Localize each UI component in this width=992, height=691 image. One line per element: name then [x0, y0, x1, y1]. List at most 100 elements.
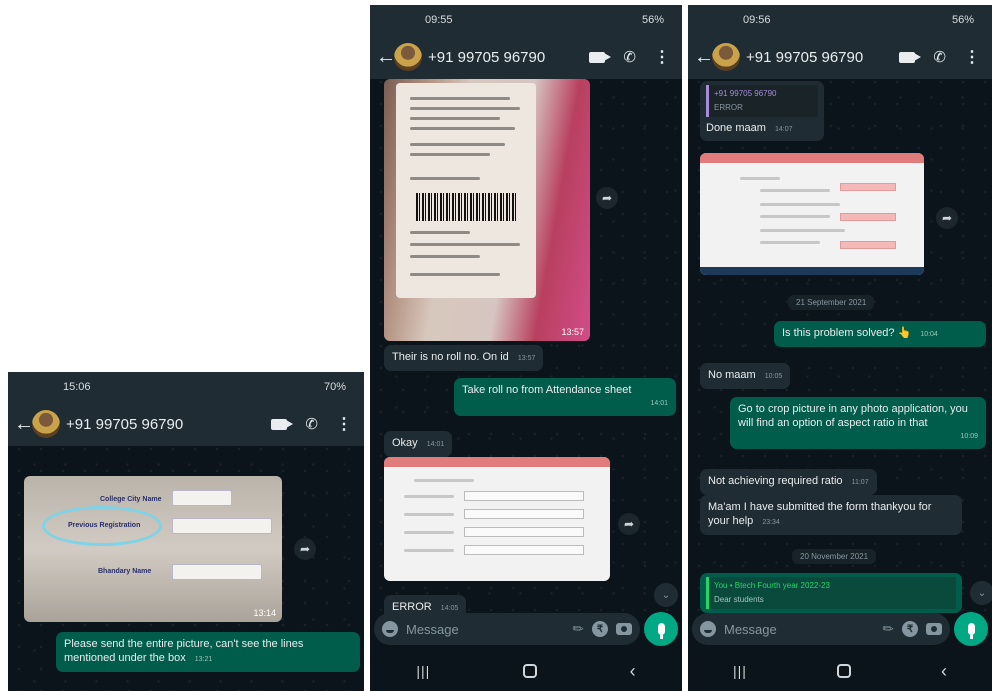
message-input[interactable]: Message ✎ ₹	[374, 613, 640, 645]
status-time: 09:56	[743, 14, 771, 26]
message-time: 11:07	[851, 479, 869, 486]
nav-back-icon[interactable]: ‹	[941, 661, 947, 682]
message-text: Is this problem solved? 👆	[782, 327, 912, 339]
recent-apps-icon[interactable]: |||	[416, 663, 430, 679]
forward-icon[interactable]: ➦	[936, 207, 958, 229]
incoming-message[interactable]: Their is no roll no. On id 13:57	[384, 345, 544, 371]
screenshot-field	[464, 491, 584, 501]
screenshot-line	[414, 479, 474, 482]
quoted-sender: +91 99705 96790	[714, 89, 777, 98]
quoted-sender: You • Btech Fourth year 2022-23	[714, 581, 830, 590]
emoji-icon[interactable]	[382, 621, 398, 637]
screenshot-line	[760, 203, 840, 206]
outgoing-message[interactable]: Is this problem solved? 👆 10:04	[774, 321, 986, 347]
scroll-down-icon[interactable]: ⌄	[654, 583, 678, 607]
home-icon[interactable]	[836, 664, 851, 678]
contact-name[interactable]: +91 99705 96790	[746, 49, 899, 66]
message-time: 10:05	[764, 373, 783, 380]
nav-back-icon[interactable]: ‹	[630, 661, 636, 682]
incoming-message[interactable]: No maam 10:05	[700, 363, 791, 389]
screenshot-field	[464, 527, 584, 537]
message-text: No maam	[708, 369, 756, 381]
status-bar: 09:55 56%	[370, 5, 682, 35]
more-options-icon[interactable]: ⋮	[654, 47, 670, 67]
more-options-icon[interactable]: ⋮	[336, 414, 352, 434]
video-call-icon[interactable]	[271, 418, 294, 430]
image-message[interactable]: 13:57	[384, 79, 590, 341]
contact-name[interactable]: +91 99705 96790	[66, 416, 271, 433]
quoted-message[interactable]: You • Btech Fourth year 2022-23 Dear stu…	[706, 577, 956, 609]
incoming-reply-message[interactable]: +91 99705 96790 ERROR Done maam 14:07	[700, 81, 824, 141]
contact-name[interactable]: +91 99705 96790	[428, 49, 589, 66]
form-field	[172, 564, 262, 580]
camera-icon[interactable]	[926, 623, 942, 635]
avatar[interactable]	[32, 410, 60, 438]
screenshot-header	[700, 153, 924, 163]
incoming-message[interactable]: Okay 14:01	[384, 431, 453, 457]
home-icon[interactable]	[522, 664, 537, 678]
message-composer: Message ✎ ₹	[692, 611, 988, 647]
voice-call-icon[interactable]: ✆	[623, 48, 636, 66]
date-separator: 21 September 2021	[788, 295, 875, 310]
avatar[interactable]	[394, 43, 422, 71]
forwarded-message[interactable]: You • Btech Fourth year 2022-23 Dear stu…	[700, 573, 962, 613]
quoted-message[interactable]: +91 99705 96790 ERROR	[706, 85, 818, 117]
outgoing-message[interactable]: Please send the entire picture, can't se…	[56, 632, 360, 672]
recent-apps-icon[interactable]: |||	[733, 663, 747, 679]
text-line	[410, 255, 480, 258]
payment-icon[interactable]: ₹	[592, 621, 608, 637]
emoji-icon[interactable]	[700, 621, 716, 637]
mic-icon	[967, 623, 975, 639]
video-call-icon[interactable]	[899, 51, 922, 63]
scroll-down-icon[interactable]: ⌄	[970, 581, 992, 605]
video-call-icon[interactable]	[589, 51, 612, 63]
outgoing-message[interactable]: Take roll no from Attendance sheet 14:01	[454, 378, 676, 416]
incoming-message[interactable]: Not achieving required ratio 11:07	[700, 469, 877, 495]
forward-icon[interactable]: ➦	[618, 513, 640, 535]
mic-button[interactable]	[954, 612, 988, 646]
forward-icon[interactable]: ➦	[294, 538, 316, 560]
payment-icon[interactable]: ₹	[902, 621, 918, 637]
text-line	[410, 273, 500, 276]
screenshot-line	[404, 513, 454, 516]
avatar[interactable]	[712, 43, 740, 71]
outgoing-message[interactable]: Go to crop picture in any photo applicat…	[730, 397, 986, 449]
screenshot-line	[760, 189, 830, 192]
attach-icon[interactable]: ✎	[879, 619, 898, 638]
incoming-message[interactable]: Ma'am I have submitted the form thankyou…	[700, 495, 962, 535]
attach-icon[interactable]: ✎	[569, 619, 588, 638]
system-nav-bar: ||| ‹	[370, 651, 682, 691]
text-line	[410, 177, 480, 180]
image-timestamp: 13:57	[561, 327, 584, 337]
phone-screen-1: 15:06 70% ← +91 99705 96790 ✆ ⋮ College …	[8, 372, 364, 691]
form-label: College City Name	[100, 496, 162, 503]
back-arrow-icon[interactable]: ←	[376, 46, 396, 69]
message-time: 14:01	[650, 400, 668, 407]
chat-header: ← +91 99705 96790 ✆ ⋮	[688, 35, 992, 79]
screenshot-header	[384, 457, 610, 467]
back-arrow-icon[interactable]: ←	[694, 46, 714, 69]
camera-icon[interactable]	[616, 623, 632, 635]
image-timestamp: 13:14	[253, 608, 276, 618]
voice-call-icon[interactable]: ✆	[305, 415, 318, 433]
image-message[interactable]	[700, 153, 924, 275]
image-message[interactable]	[384, 457, 610, 581]
screenshot-line	[740, 177, 780, 180]
message-time: 23:34	[762, 519, 780, 526]
back-arrow-icon[interactable]: ←	[14, 413, 34, 436]
voice-call-icon[interactable]: ✆	[933, 48, 946, 66]
text-line	[410, 153, 490, 156]
phone-screen-2: 09:55 56% ← +91 99705 96790 ✆ ⋮ 13:57 ➦ …	[370, 5, 682, 691]
mic-button[interactable]	[644, 612, 678, 646]
status-battery: 70%	[323, 381, 346, 393]
image-message[interactable]: College City Name Previous Registration …	[24, 476, 282, 622]
screenshot-field	[464, 545, 584, 555]
message-input[interactable]: Message ✎ ₹	[692, 613, 950, 645]
form-field	[172, 490, 232, 506]
more-options-icon[interactable]: ⋮	[964, 47, 980, 67]
screenshot-field	[840, 213, 896, 221]
chat-header: ← +91 99705 96790 ✆ ⋮	[8, 402, 364, 446]
form-field	[172, 518, 272, 534]
forward-icon[interactable]: ➦	[596, 187, 618, 209]
barcode	[416, 193, 516, 221]
